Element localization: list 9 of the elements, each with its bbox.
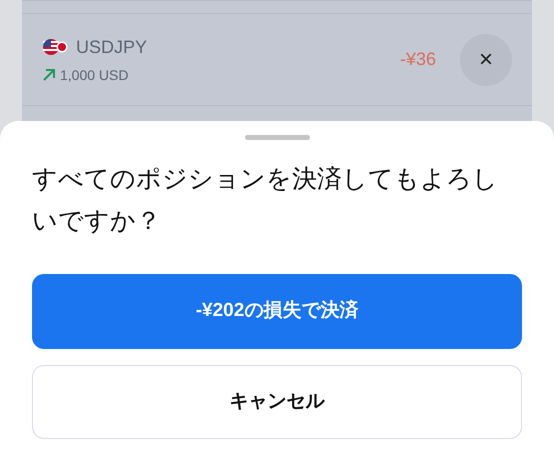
- drag-handle[interactable]: [244, 135, 310, 140]
- amount-text: 1,000 USD: [60, 66, 128, 84]
- symbol-text: USDJPY: [76, 36, 148, 58]
- sheet-title: すべてのポジションを決済してもよろしいですか？: [32, 164, 499, 237]
- pnl-value: -¥36: [400, 48, 436, 71]
- confirm-button[interactable]: -¥202の損失で決済: [32, 274, 522, 349]
- close-button[interactable]: ×: [460, 34, 512, 86]
- flags-icon: [42, 38, 68, 56]
- cancel-button[interactable]: キャンセル: [32, 365, 522, 439]
